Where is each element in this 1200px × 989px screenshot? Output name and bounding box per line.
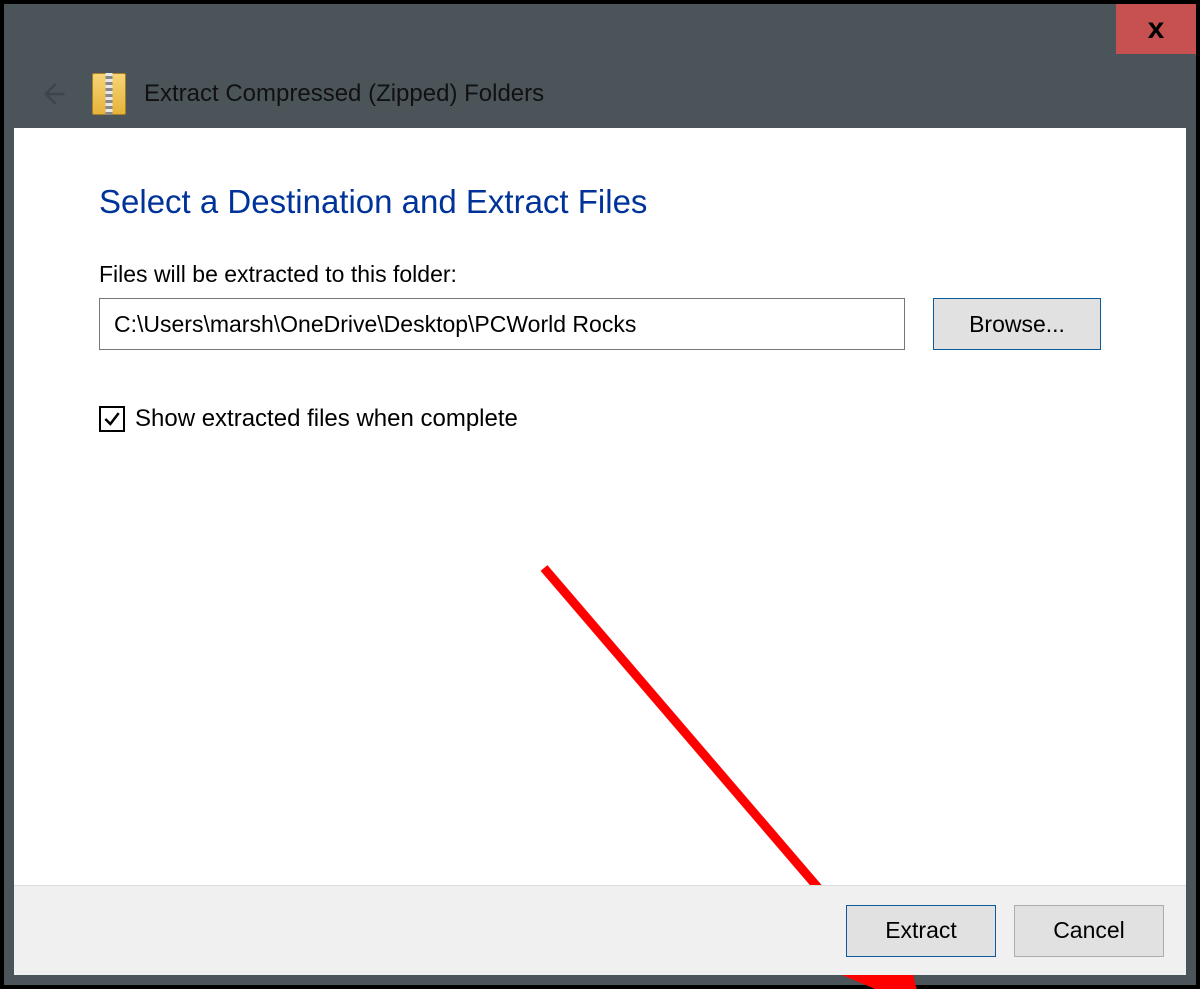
zip-folder-icon — [92, 73, 126, 115]
destination-path-input[interactable] — [99, 298, 905, 350]
cancel-button[interactable]: Cancel — [1014, 905, 1164, 957]
extract-button[interactable]: Extract — [846, 905, 996, 957]
titlebar: Extract Compressed (Zipped) Folders — [4, 64, 1196, 124]
checkmark-icon — [102, 409, 122, 429]
show-files-checkbox[interactable] — [99, 406, 125, 432]
client-area: Select a Destination and Extract Files F… — [14, 128, 1186, 975]
close-icon: x — [1148, 12, 1165, 46]
show-files-checkbox-row[interactable]: Show extracted files when complete — [99, 405, 1101, 433]
dialog-footer: Extract Cancel — [14, 885, 1186, 975]
page-heading: Select a Destination and Extract Files — [99, 183, 1101, 221]
window-frame: x Extract Compressed (Zipped) Folders Se… — [0, 0, 1200, 989]
back-button — [32, 74, 72, 114]
wizard-content: Select a Destination and Extract Files F… — [14, 128, 1186, 885]
destination-row: Browse... — [99, 298, 1101, 350]
destination-label: Files will be extracted to this folder: — [99, 261, 1101, 288]
window-title: Extract Compressed (Zipped) Folders — [144, 80, 544, 108]
close-button[interactable]: x — [1116, 4, 1196, 54]
show-files-label: Show extracted files when complete — [135, 405, 518, 433]
browse-button[interactable]: Browse... — [933, 298, 1101, 350]
